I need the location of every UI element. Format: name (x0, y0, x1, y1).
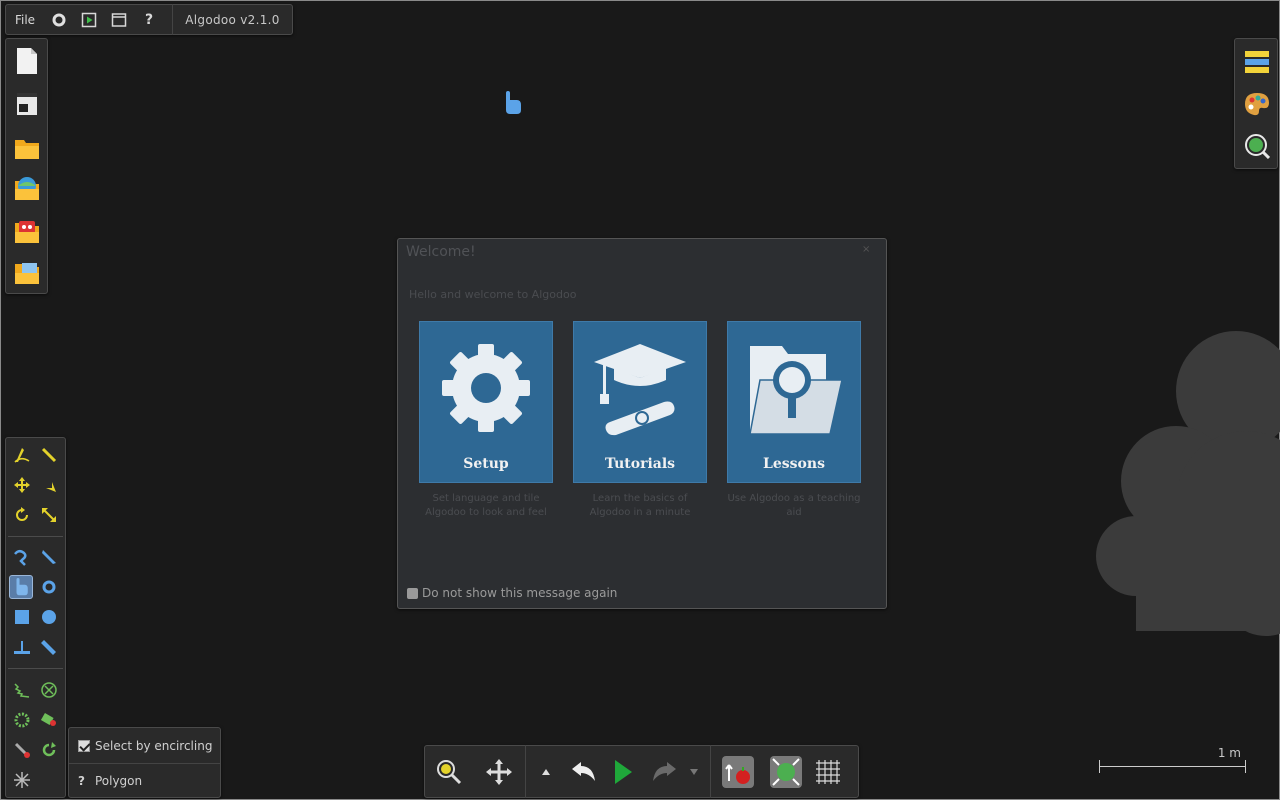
tools-panel (5, 437, 66, 798)
rotate-tool-icon[interactable] (10, 503, 34, 527)
gear-wheel-tool-icon[interactable] (10, 708, 34, 732)
app-version: Algodoo v2.1.0 (185, 12, 280, 27)
file-menu[interactable]: File (6, 4, 44, 35)
tools-divider (8, 668, 63, 669)
dialog-subtitle: Hello and welcome to Algodoo (409, 288, 577, 301)
simulation-control-bar (424, 745, 859, 798)
drag-tool-icon[interactable] (37, 473, 61, 497)
scene-template-icon[interactable] (12, 88, 42, 120)
air-friction-icon[interactable] (765, 745, 807, 798)
redo-icon[interactable] (644, 745, 684, 798)
setup-label: Setup (463, 456, 509, 472)
spring-tool-icon[interactable] (10, 678, 34, 702)
gear-icon[interactable] (44, 4, 74, 35)
play-icon[interactable] (602, 745, 644, 798)
select-by-encircling-checkbox[interactable] (78, 739, 90, 752)
welcome-dialog: Welcome! × Hello and welcome to Algodoo (397, 238, 887, 609)
tutorials-card[interactable]: Tutorials (573, 321, 707, 483)
pan-icon[interactable] (473, 745, 525, 798)
graduation-cap-icon (590, 338, 690, 438)
lessons-label: Lessons (763, 456, 825, 472)
chain-tool-icon[interactable] (37, 738, 61, 762)
top-menu-bar: File ? Algodoo v2.1.0 (5, 4, 293, 35)
sketch-tool-icon[interactable] (10, 443, 34, 467)
play-scene-icon[interactable] (74, 4, 104, 35)
lessons-description: Use Algodoo as a teaching aid (727, 493, 861, 518)
box-tool-icon[interactable] (10, 605, 34, 629)
tracer-tool-icon[interactable] (10, 738, 34, 762)
open-folder-icon[interactable] (12, 133, 42, 165)
zoom-icon[interactable] (425, 745, 473, 798)
grid-icon[interactable] (807, 745, 849, 798)
polygon-option[interactable]: ? Polygon (69, 763, 220, 798)
fixate-tool-icon[interactable] (10, 635, 34, 659)
undo-icon[interactable] (566, 745, 602, 798)
scale-indicator: 1 m (1099, 746, 1247, 774)
gear-icon (436, 338, 536, 438)
algobox-folder-icon[interactable] (12, 173, 42, 205)
checkbox-box[interactable] (407, 587, 418, 599)
right-toolbar (1234, 38, 1278, 169)
hand-cursor-icon (502, 91, 522, 115)
help-icon[interactable]: ? (78, 774, 85, 788)
tool-options-panel: Select by encircling ? Polygon (68, 727, 221, 798)
axle-tool-icon[interactable] (37, 678, 61, 702)
move-tool-icon[interactable] (10, 473, 34, 497)
window-icon[interactable] (104, 4, 134, 35)
palette-icon[interactable] (1242, 89, 1272, 119)
dont-show-again-checkbox[interactable]: Do not show this message again (407, 586, 617, 600)
dialog-title: Welcome! (406, 244, 476, 260)
help-icon[interactable]: ? (134, 4, 164, 35)
up-arrow-icon[interactable] (526, 745, 566, 798)
thruster-tool-icon[interactable] (37, 708, 61, 732)
scale-line (1099, 766, 1246, 767)
select-by-encircling-label: Select by encircling (95, 738, 213, 753)
cut-tool-icon[interactable] (37, 443, 61, 467)
lessons-card[interactable]: Lessons (727, 321, 861, 483)
browse-folder-icon[interactable] (12, 257, 42, 289)
plane-tool-icon[interactable] (37, 635, 61, 659)
gear-tool-icon[interactable] (37, 575, 61, 599)
brush-tool-icon[interactable] (10, 545, 34, 569)
hand-tool-icon[interactable] (9, 575, 33, 599)
tutorials-label: Tutorials (604, 456, 676, 472)
gravity-icon[interactable] (711, 745, 765, 798)
laser-tool-icon[interactable] (10, 768, 34, 792)
down-arrow-icon[interactable] (684, 745, 704, 798)
setup-description: Set language and tile Algodoo to look an… (425, 493, 547, 518)
layers-icon[interactable] (1242, 47, 1272, 77)
knife-tool-icon[interactable] (37, 545, 61, 569)
zoom-to-scene-icon[interactable] (1242, 131, 1272, 161)
folder-search-icon (744, 338, 844, 438)
setup-card[interactable]: Setup (419, 321, 553, 483)
tutorials-description: Learn the basics of Algodoo in a minute (589, 493, 691, 518)
dont-show-again-label: Do not show this message again (422, 586, 618, 600)
circle-tool-icon[interactable] (37, 605, 61, 629)
cloud-decoration (1096, 331, 1280, 636)
lessons-folder-icon[interactable] (12, 216, 42, 248)
scale-tool-icon[interactable] (37, 503, 61, 527)
scale-label: 1 m (1217, 746, 1241, 760)
select-by-encircling-option[interactable]: Select by encircling (69, 728, 220, 763)
scale-tick (1099, 760, 1100, 773)
file-toolbar (5, 38, 48, 294)
tools-divider (8, 536, 63, 537)
new-scene-icon[interactable] (12, 45, 42, 77)
close-icon[interactable]: × (862, 244, 870, 255)
polygon-label: Polygon (94, 774, 143, 788)
scale-tick (1245, 760, 1246, 773)
